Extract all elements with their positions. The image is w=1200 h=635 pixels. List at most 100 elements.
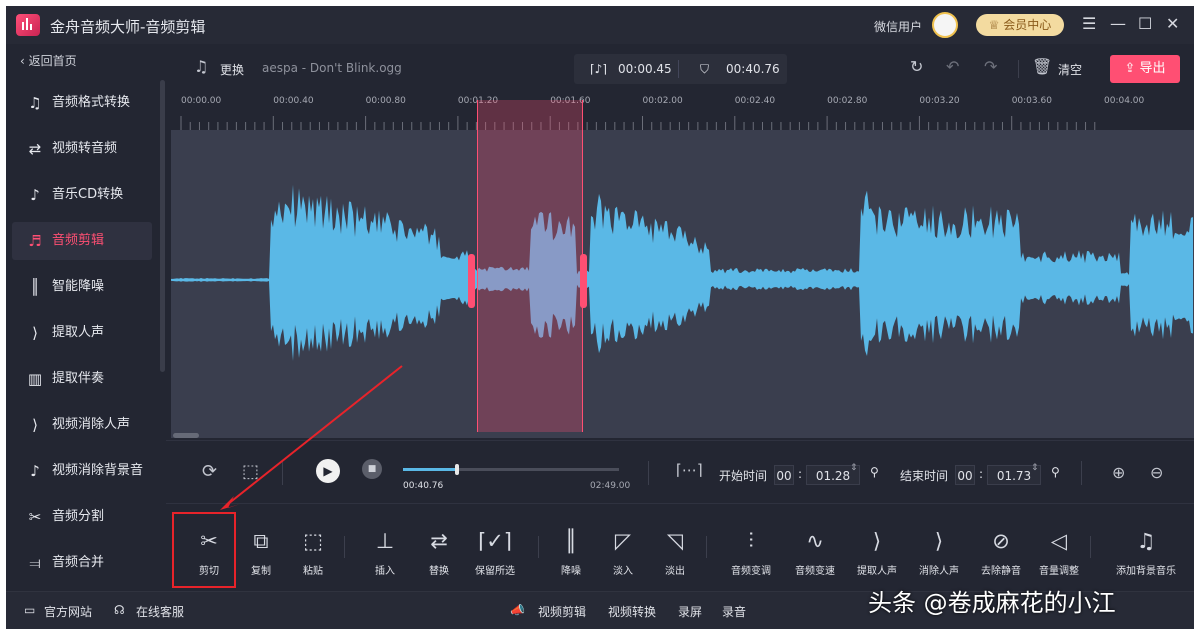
stop-button[interactable]: ■ [362,459,382,479]
tool-label: 音频变速 [795,566,835,577]
playback-progress[interactable] [403,464,619,475]
tool-button[interactable]: ⬚ 粘贴 [282,528,344,580]
tool-icon: ◹ [666,529,684,553]
music-file-icon[interactable]: ♫ [194,57,208,76]
play-button[interactable]: ▶ [316,459,340,483]
selection-region[interactable] [477,100,583,432]
horizontal-scrollbar[interactable] [173,433,199,438]
sidebar-item-label: 提取人声 [52,325,105,340]
website-link[interactable]: 官方网站 [44,603,92,620]
sidebar-item-icon: ♪ [30,462,40,480]
selection-end-handle[interactable] [580,254,587,308]
tool-button[interactable]: ⟩ 消除人声 [908,528,970,580]
tool-button[interactable]: ♫ 添加背景音乐 [1104,528,1188,580]
colon: : [979,467,984,481]
menu-icon[interactable]: ☰ [1082,14,1096,33]
undo-icon[interactable]: ↶ [946,57,959,76]
user-name[interactable]: 微信用户 [874,18,922,35]
zoom-in-icon[interactable]: ⊕ [1112,463,1125,482]
loop-selection-icon[interactable]: ⬚ [242,461,259,482]
sidebar-item-icon: ♫ [28,94,42,112]
end-stepper-icon[interactable]: ⇕ [1031,463,1039,473]
sidebar-item[interactable]: ♪ 音乐CD转换 [12,176,152,214]
sidebar-scrollbar[interactable] [160,80,165,372]
replace-button[interactable]: 更换 [220,61,244,78]
tool-button[interactable]: ⊘ 去除静音 [970,528,1032,580]
bottom-link-record-screen[interactable]: 录屏 [678,603,702,620]
range-icon: ⌈⋯⌉ [676,461,703,479]
service-link[interactable]: 在线客服 [136,603,184,620]
close-icon[interactable]: ✕ [1166,14,1179,33]
sidebar-item-icon: ♪ [30,186,40,204]
maximize-icon[interactable]: ☐ [1138,14,1152,33]
sidebar-item-icon: ║ [30,278,40,296]
start-pin-icon[interactable]: ⚲ [870,465,879,479]
sidebar-item-icon: ▥ [27,370,43,388]
tool-icon: ⊥ [375,529,395,553]
sidebar-item-label: 智能降噪 [52,279,105,294]
sidebar-item[interactable]: ✂ 音频分割 [12,498,152,536]
ruler-ticks [180,116,1096,130]
bottom-link-video-convert[interactable]: 视频转换 [608,603,656,620]
sidebar-item[interactable]: ▥ 提取伴奏 [12,360,152,398]
vip-center-button[interactable]: ♕ 会员中心 [976,14,1064,36]
tool-label: 音频变调 [731,566,771,577]
sidebar-item-icon: ⫤ [29,554,41,572]
tool-button[interactable]: ∿ 音频变速 [784,528,846,580]
time-display: ⌈♪⌉ 00:00.45 ⛉ 00:40.76 [574,54,787,84]
current-time: 00:40.76 [403,481,444,491]
title-bar: 金舟音频大师-音频剪辑 微信用户 ♕ 会员中心 ☰ — ☐ ✕ [6,6,1194,44]
selection-start-handle[interactable] [468,254,475,308]
minimize-icon[interactable]: — [1110,14,1126,33]
back-home-label: 返回首页 [28,54,77,68]
start-stepper-icon[interactable]: ⇕ [850,463,858,473]
refresh-icon[interactable]: ↻ [910,57,923,76]
end-time-label: 结束时间 [900,469,949,483]
selection-duration: 00:00.45 [618,62,672,76]
end-min-input[interactable]: 00 [955,465,975,485]
sidebar-item[interactable]: ║ 智能降噪 [12,268,152,306]
tool-button[interactable]: ⫶ 音频变调 [720,528,782,580]
sidebar-item[interactable]: ♫ 音频格式转换 [12,84,152,122]
tool-button[interactable]: ⌈✓⌉ 保留所选 [464,528,526,580]
start-time-label: 开始时间 [719,469,768,483]
tool-button[interactable]: ◁ 音量调整 [1028,528,1090,580]
tool-icon: ◁ [1050,529,1068,553]
bottom-link-record-audio[interactable]: 录音 [722,603,746,620]
redo-icon[interactable]: ↷ [984,57,997,76]
start-min-input[interactable]: 00 [774,465,794,485]
tool-button[interactable]: ⇄ 替换 [408,528,470,580]
monitor-icon: ▭ [24,603,36,617]
tool-button[interactable]: ⊥ 插入 [354,528,416,580]
sidebar-item[interactable]: ⟩ 视频消除人声 [12,406,152,444]
sidebar-item[interactable]: ♬ 音频剪辑 [12,222,152,260]
zoom-out-icon[interactable]: ⊖ [1150,463,1163,482]
crown-icon: ♕ [988,18,1004,32]
bottom-link-video-edit[interactable]: 视频剪辑 [538,603,586,620]
sidebar-item-icon: ⇄ [28,140,42,158]
avatar[interactable] [932,12,958,38]
sidebar-item[interactable]: ⟩ 提取人声 [12,314,152,352]
megaphone-icon: 📣 [510,603,525,617]
tool-button[interactable]: ◹ 淡出 [644,528,706,580]
back-home-link[interactable]: ‹ 返回首页 [20,52,77,69]
sidebar-item[interactable]: ⇄ 视频转音频 [12,130,152,168]
sidebar-item[interactable]: ⫤ 音频合并 [12,544,152,582]
trash-icon[interactable]: 🗑 [1032,57,1052,76]
sidebar-item-icon: ♬ [28,232,42,250]
waveform-area[interactable] [171,100,1194,438]
replay-icon[interactable]: ⟳ [202,461,217,482]
progress-knob[interactable] [455,464,459,475]
clear-button[interactable]: 清空 [1058,61,1082,78]
tool-label: 提取人声 [857,566,897,577]
tool-icon: ⟩ [934,529,944,553]
selection-icon: ⌈♪⌉ [590,62,608,76]
end-pin-icon[interactable]: ⚲ [1051,465,1060,479]
tool-button[interactable]: ⟩ 提取人声 [846,528,908,580]
sidebar-item-icon: ✂ [28,508,42,526]
timeline-ruler[interactable]: 00:00.00 00:00.40 00:00.80 00:01.20 00:01.60… [171,94,1194,130]
export-button[interactable]: ⇪ 导出 [1110,55,1180,83]
sidebar-item-label: 视频消除背景音 [52,463,144,478]
tool-label: 粘贴 [303,566,323,577]
sidebar-item[interactable]: ♪ 视频消除背景音 [12,452,152,490]
